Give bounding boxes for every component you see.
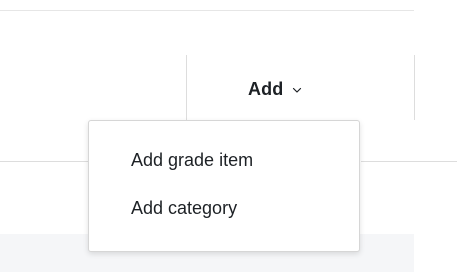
top-divider [0,10,414,11]
add-dropdown-menu: Add grade item Add category [88,120,360,252]
chevron-down-icon [293,87,302,93]
menu-item-add-grade-item[interactable]: Add grade item [89,145,359,193]
column-divider-left [186,55,187,120]
gradebook-toolbar-area: Add Add grade item Add category [0,0,457,272]
row-divider-right [361,161,457,162]
row-divider-left [0,161,88,162]
add-dropdown-button[interactable]: Add [248,74,302,104]
column-divider-right [414,55,415,120]
menu-item-add-category[interactable]: Add category [89,193,359,241]
add-button-label: Add [248,78,284,99]
